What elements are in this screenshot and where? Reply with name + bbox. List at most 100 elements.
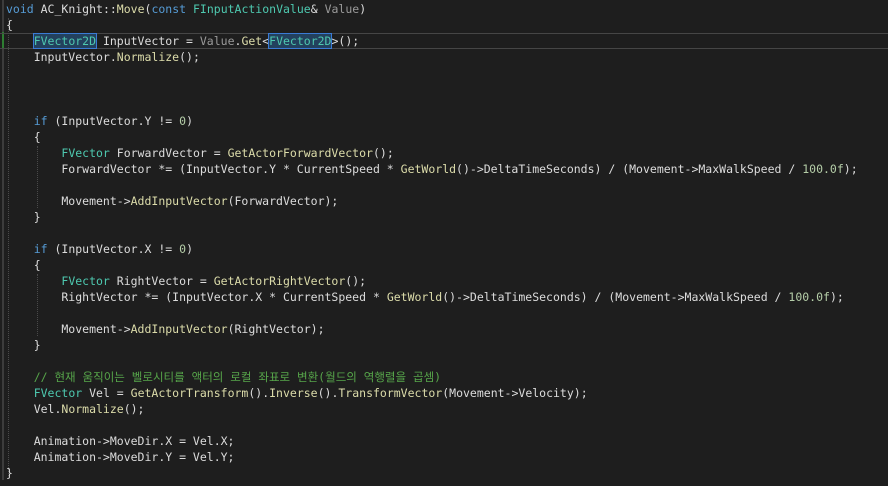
code-line-text: Movement->AddInputVector(RightVector); bbox=[6, 321, 325, 337]
code-line[interactable] bbox=[0, 81, 888, 97]
code-token: ()->DeltaTimeSeconds) / (Movement->MaxWa… bbox=[456, 162, 803, 176]
code-token: Movement-> bbox=[6, 194, 131, 208]
code-line[interactable]: FVector2D InputVector = Value.Get<FVecto… bbox=[0, 33, 888, 49]
code-line-text: Movement->AddInputVector(ForwardVector); bbox=[6, 193, 338, 209]
code-line-text: FVector Vel = GetActorTransform().Invers… bbox=[6, 385, 588, 401]
code-line[interactable]: FVector ForwardVector = GetActorForwardV… bbox=[0, 145, 888, 161]
code-line-text: FVector ForwardVector = GetActorForwardV… bbox=[6, 145, 394, 161]
code-line-text: ForwardVector *= (InputVector.Y * Curren… bbox=[6, 161, 858, 177]
code-token: Movement-> bbox=[6, 322, 131, 336]
code-line-text: RightVector *= (InputVector.X * CurrentS… bbox=[6, 289, 844, 305]
code-line[interactable]: ForwardVector *= (InputVector.Y * Curren… bbox=[0, 161, 888, 177]
code-line[interactable]: } bbox=[0, 337, 888, 353]
code-line[interactable]: RightVector *= (InputVector.X * CurrentS… bbox=[0, 289, 888, 305]
code-token: Value bbox=[199, 34, 235, 48]
code-line[interactable]: Vel.Normalize(); bbox=[0, 401, 888, 417]
code-token: (); bbox=[372, 146, 394, 160]
code-token: (). bbox=[248, 386, 270, 400]
code-token: ) bbox=[359, 2, 367, 16]
code-line[interactable] bbox=[0, 305, 888, 321]
code-token: (); bbox=[345, 274, 367, 288]
code-token: Normalize bbox=[61, 402, 124, 416]
code-token: ); bbox=[843, 162, 858, 176]
code-line-text: Animation->MoveDir.X = Vel.X; bbox=[6, 433, 235, 449]
code-line[interactable]: Animation->MoveDir.Y = Vel.Y; bbox=[0, 449, 888, 465]
code-line[interactable] bbox=[0, 97, 888, 113]
code-token: } bbox=[6, 466, 13, 480]
code-token: void bbox=[6, 2, 34, 16]
code-line-text: void AC_Knight::Move(const FInputActionV… bbox=[6, 1, 366, 17]
code-token: GetActorRightVector bbox=[213, 274, 346, 288]
code-line[interactable]: { bbox=[0, 129, 888, 145]
code-token: FVector bbox=[61, 146, 110, 160]
code-token: { bbox=[6, 130, 41, 144]
code-token: FInputActionValue bbox=[193, 2, 311, 16]
code-token: ); bbox=[829, 290, 844, 304]
code-token: AddInputVector bbox=[130, 322, 228, 336]
code-line-text: { bbox=[6, 257, 41, 273]
code-line-text: } bbox=[6, 209, 41, 225]
code-line-text: FVector RightVector = GetActorRightVecto… bbox=[6, 273, 366, 289]
code-token: Vel. bbox=[6, 402, 62, 416]
code-line[interactable]: // 현재 움직이는 벨로시티를 액터의 로컬 좌표로 변환(월드의 역행렬을 … bbox=[0, 369, 888, 385]
code-token: AC_Knight:: bbox=[33, 2, 117, 16]
code-line[interactable]: void AC_Knight::Move(const FInputActionV… bbox=[0, 1, 888, 17]
code-token: GetWorld bbox=[400, 162, 457, 176]
code-line[interactable]: InputVector.Normalize(); bbox=[0, 49, 888, 65]
code-line[interactable]: { bbox=[0, 17, 888, 33]
code-line-text: Animation->MoveDir.Y = Vel.Y; bbox=[6, 449, 235, 465]
code-token: (InputVector.Y != bbox=[47, 114, 180, 128]
code-line[interactable]: } bbox=[0, 465, 888, 481]
code-line[interactable]: } bbox=[0, 209, 888, 225]
code-token: ) bbox=[186, 242, 193, 256]
code-line[interactable]: { bbox=[0, 257, 888, 273]
code-token: Vel = bbox=[82, 386, 131, 400]
code-token: FVector bbox=[61, 274, 110, 288]
code-token: (ForwardVector); bbox=[227, 194, 339, 208]
code-token: } bbox=[6, 338, 41, 352]
code-token: Animation->MoveDir.Y = Vel.Y; bbox=[6, 450, 235, 464]
code-token: GetActorTransform bbox=[130, 386, 249, 400]
code-editor[interactable]: void AC_Knight::Move(const FInputActionV… bbox=[0, 0, 888, 486]
code-line[interactable] bbox=[0, 353, 888, 369]
code-line[interactable]: Movement->AddInputVector(ForwardVector); bbox=[0, 193, 888, 209]
code-token: 100.0f bbox=[802, 162, 844, 176]
code-line[interactable]: Animation->MoveDir.X = Vel.X; bbox=[0, 433, 888, 449]
code-token: { bbox=[6, 18, 13, 32]
code-line-text: Vel.Normalize(); bbox=[6, 401, 145, 417]
code-token: ForwardVector = bbox=[109, 146, 228, 160]
code-line-text: FVector2D InputVector = Value.Get<FVecto… bbox=[6, 33, 359, 49]
code-line-text: { bbox=[6, 17, 13, 33]
code-line[interactable]: FVector RightVector = GetActorRightVecto… bbox=[0, 273, 888, 289]
code-line[interactable] bbox=[0, 225, 888, 241]
code-line[interactable]: if (InputVector.X != 0) bbox=[0, 241, 888, 257]
code-token: InputVector = bbox=[96, 34, 200, 48]
code-token: (RightVector); bbox=[227, 322, 325, 336]
code-token: 100.0f bbox=[788, 290, 830, 304]
code-line[interactable]: FVector Vel = GetActorTransform().Invers… bbox=[0, 385, 888, 401]
code-line[interactable]: Movement->AddInputVector(RightVector); bbox=[0, 321, 888, 337]
code-token: (); bbox=[179, 50, 200, 64]
code-line[interactable] bbox=[0, 65, 888, 81]
code-token: (). bbox=[317, 386, 339, 400]
code-line[interactable] bbox=[0, 177, 888, 193]
code-line-text: // 현재 움직이는 벨로시티를 액터의 로컬 좌표로 변환(월드의 역행렬을 … bbox=[6, 369, 441, 385]
code-token: Move bbox=[116, 2, 145, 16]
code-token: & bbox=[310, 2, 325, 16]
code-token: RightVector *= (InputVector.X * CurrentS… bbox=[6, 290, 387, 304]
code-token: (Movement->Velocity); bbox=[442, 386, 588, 400]
code-line[interactable] bbox=[0, 417, 888, 433]
code-token: TransformVector bbox=[338, 386, 443, 400]
code-token: FVector2D bbox=[268, 33, 333, 49]
code-line[interactable]: if (InputVector.Y != 0) bbox=[0, 113, 888, 129]
code-token: (InputVector.X != bbox=[47, 242, 180, 256]
code-token: GetWorld bbox=[386, 290, 443, 304]
code-token: const bbox=[151, 2, 187, 16]
code-line-text: if (InputVector.X != 0) bbox=[6, 241, 193, 257]
